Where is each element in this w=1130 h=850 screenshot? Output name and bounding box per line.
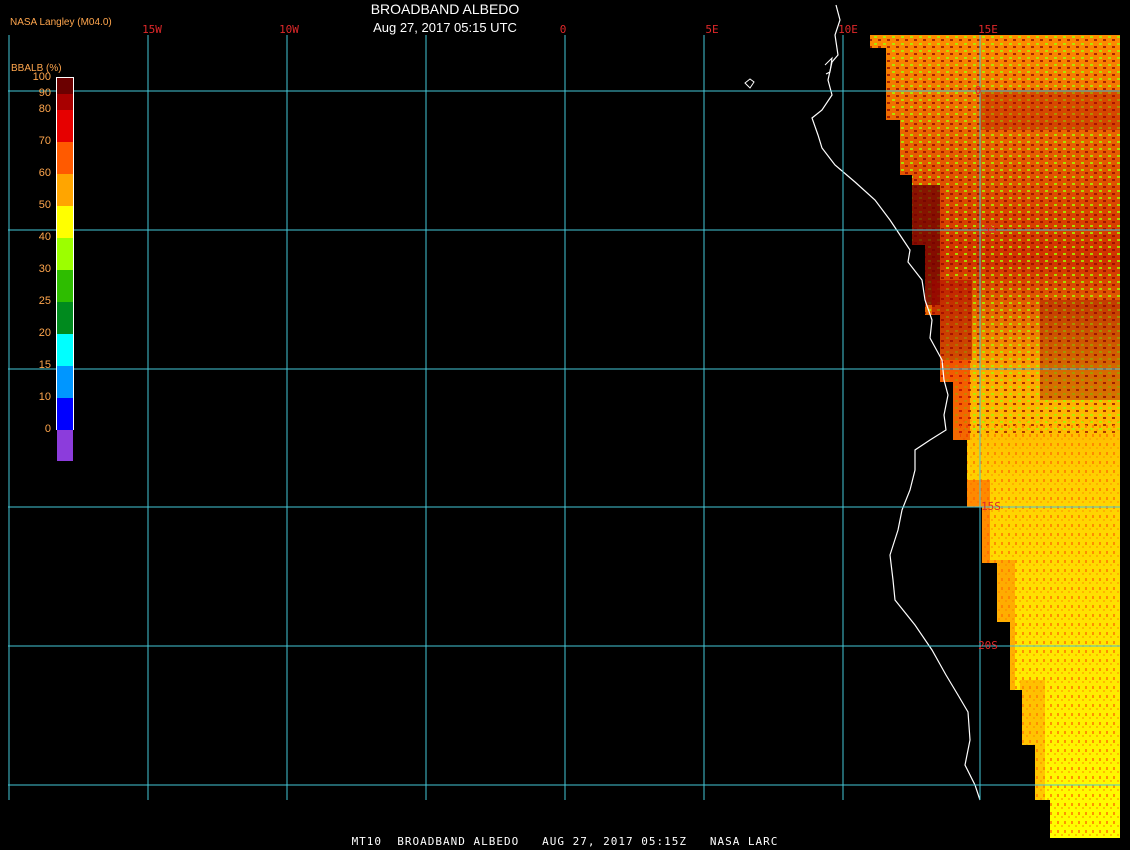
colorbar-segment	[57, 270, 73, 302]
colorbar-tick: 0	[44, 423, 51, 435]
colorbar-segment	[57, 174, 73, 206]
colorbar-segment	[57, 366, 73, 398]
colorbar-tick: 100	[32, 71, 51, 83]
island-shape	[744, 78, 755, 89]
colorbar-tick: 80	[38, 103, 51, 115]
albedo-land-field	[870, 35, 1120, 838]
colorbar-tick: 70	[38, 135, 51, 147]
map-datetime: Aug 27, 2017 05:15 UTC	[373, 20, 517, 35]
lat-label-15s: 15S	[981, 500, 1001, 513]
colorbar-tick: 90	[38, 87, 51, 99]
colorbar-segment	[57, 334, 73, 366]
colorbar-tick: 60	[38, 167, 51, 179]
agency-label: NASA Langley (M04.0)	[10, 17, 112, 28]
colorbar-tick: 25	[38, 295, 51, 307]
colorbar-tick: 30	[38, 263, 51, 275]
colorbar-segment	[57, 78, 73, 94]
colorbar-segment	[57, 430, 73, 461]
map-viewer: { "header": { "title": "BROADBAND ALBEDO…	[0, 0, 1130, 850]
colorbar-tick: 50	[38, 199, 51, 211]
colorbar-segment	[57, 142, 73, 174]
albedo-map: 15W 10W 0 5E 10E 15E 0 5S 15S 20S	[8, 4, 1120, 838]
colorbar-segment	[57, 94, 73, 110]
colorbar	[56, 77, 74, 461]
lon-label-15e: 15E	[978, 23, 998, 36]
colorbar-segment	[57, 238, 73, 270]
colorbar-segment	[57, 110, 73, 142]
colorbar-tick: 40	[38, 231, 51, 243]
footer-caption: MT10 BROADBAND ALBEDO AUG 27, 2017 05:15…	[351, 835, 779, 848]
colorbar-segment	[57, 302, 73, 334]
colorbar-tick: 10	[38, 391, 51, 403]
colorbar-tick: 20	[38, 327, 51, 339]
colorbar-tick: 15	[38, 359, 51, 371]
lat-label-20s: 20S	[978, 639, 998, 652]
map-title: BROADBAND ALBEDO	[370, 1, 520, 17]
colorbar-segment	[57, 398, 73, 430]
colorbar-segment	[57, 206, 73, 238]
coastline-fragment	[824, 56, 833, 75]
lat-label-5s: 5S	[983, 223, 996, 236]
lat-label-0: 0	[975, 84, 982, 97]
